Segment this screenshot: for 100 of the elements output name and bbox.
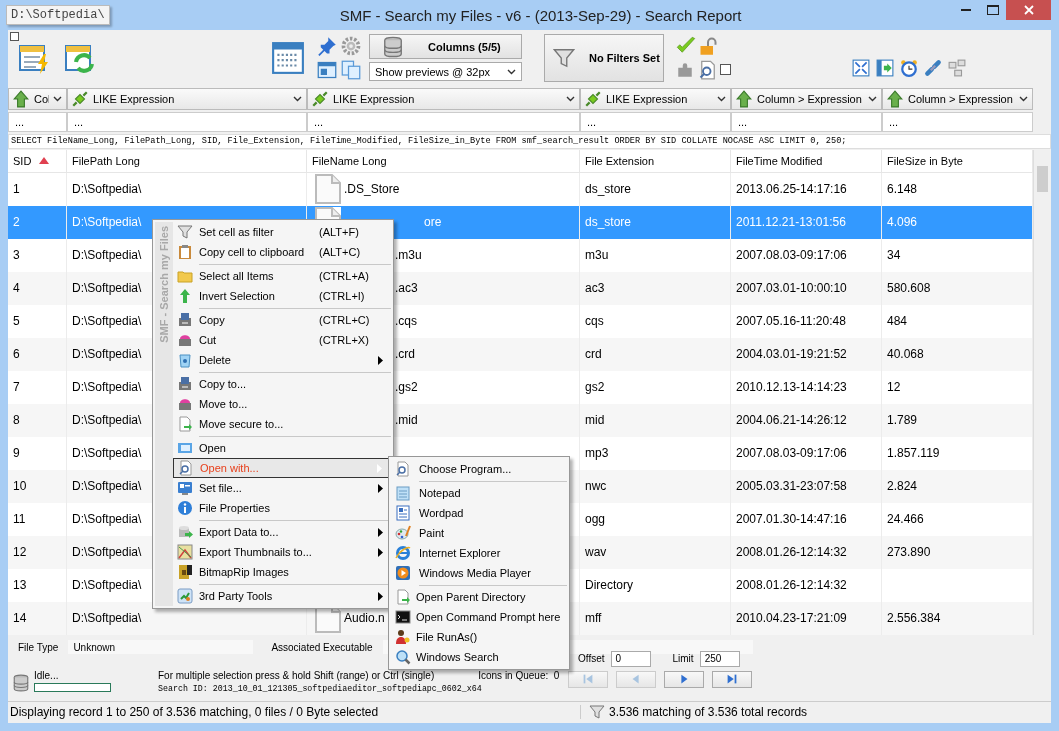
table-cell: ac3 [580,271,731,305]
table-cell: 2008.01.26-12:14:32 [731,535,882,569]
table-cell: 1 [8,172,67,206]
filter-input[interactable]: ... [307,111,580,132]
page-button[interactable] [664,670,704,688]
checkmark-icon [676,35,696,56]
field-label: Limit [672,653,694,665]
clipboard-icon [177,244,193,260]
filter-dropdown[interactable]: Column > Expression [731,87,882,110]
link-icon [924,58,942,77]
menu-item[interactable]: File RunAs() [391,627,567,647]
column-header[interactable]: FilePath Long [67,149,307,172]
table-cell: 5 [8,304,67,338]
table-cell: Audio.n [344,611,385,626]
disk-icon [177,332,193,348]
alarm-clock-icon [900,58,918,77]
table-cell: .mid [395,413,418,428]
chevron-down-icon [717,95,726,102]
menu-item[interactable]: Wordpad [391,503,567,523]
maximize-icon [986,5,999,15]
expand-icon [852,58,870,77]
table-cell: 2013.06.25-14:17:16 [731,172,882,206]
padlock-icon [698,35,718,56]
browser-icon [395,545,411,561]
up-arrow-icon [12,89,30,108]
path-label: D:\Softpedia\ [6,5,110,25]
menu-item[interactable]: Windows Search [391,647,567,667]
database-export-icon [177,524,193,540]
column-header[interactable]: FileTime Modified [731,149,882,172]
sql-query: SELECT FileName_Long, FilePath_Long, SID, File_Extension, FileTime_Modified, FileSize_in_Byte FROM smf_search_result ORDER BY SID COLLATE NOCASE ASC LIMIT 0, 250; [8,133,1051,149]
submenu-arrow-icon [378,591,383,601]
filter-input[interactable]: ... [67,111,307,132]
columns-button[interactable]: Columns (5/5) [369,34,522,60]
menu-item[interactable]: Open Command Prompt here [391,607,567,627]
puzzle-icon [676,60,694,79]
table-cell: ore [424,215,442,230]
table-cell: cqs [580,304,731,338]
plug-icon [71,89,89,108]
menu-item[interactable]: Paint [391,523,567,543]
column-header[interactable]: SID [8,149,67,172]
table-cell: 13 [8,568,67,602]
table-cell: 10 [8,469,67,503]
filter-input[interactable]: ... [580,111,731,132]
table-cell: 3 [8,238,67,272]
document-arrow-icon [395,589,411,605]
previews-dropdown[interactable]: Show previews @ 32px [369,62,522,82]
table-cell: .cqs [395,314,417,329]
chevron-down-icon [507,68,516,75]
copy-icon [341,59,361,80]
table-cell: 2007.08.03-09:17:06 [731,238,882,272]
table-cell: mid [580,403,731,437]
table-cell: nwc [580,469,731,503]
filter-dropdown[interactable]: Column > Expression [882,87,1033,110]
person-key-icon [395,629,411,645]
table-cell: .ac3 [395,281,418,296]
menu-item[interactable]: Notepad [391,483,567,503]
up-arrow-icon [735,89,753,108]
filter-dropdown[interactable]: LIKE Expression [307,87,580,110]
file-type-field: Unknown [68,640,254,655]
close-icon [1023,5,1034,15]
table-cell: 2011.12.21-13:01:56 [731,205,882,239]
filter-dropdown[interactable]: LIKE Expression [580,87,731,110]
table-cell: Directory [580,568,731,602]
table-cell: ogg [580,502,731,536]
sort-ascending-icon [39,157,50,165]
field-label: File Type [18,641,59,653]
menu-item[interactable]: Internet Explorer [391,543,567,563]
submenu-arrow-icon [378,355,383,365]
database-icon [12,673,30,692]
filters-button[interactable]: No Filters Set [544,33,664,82]
table-cell: 2007.03.01-10:00:10 [731,271,882,305]
filter-icon [589,704,605,721]
notepad-icon [395,485,411,501]
table-cell: 2004.03.01-19:21:52 [731,337,882,371]
filter-input[interactable]: ... [8,111,67,132]
column-header[interactable]: File Extension [580,149,731,172]
page-button[interactable] [712,670,752,688]
filter-icon [177,224,193,240]
status-text: Displaying record 1 to 250 of 3.536 matching, 0 files / 0 Byte selected [8,705,581,720]
table-cell: 2004.06.21-14:26:12 [731,403,882,437]
table-cell: .m3u [395,248,422,263]
table-cell: mp3 [580,436,731,470]
close-button[interactable] [1006,0,1051,20]
filter-input[interactable]: ... [882,111,1033,132]
filter-dropdown[interactable]: LIKE Expression [67,87,307,110]
scrollbar[interactable] [1033,149,1051,635]
table-cell: 2010.12.13-14:14:23 [731,370,882,404]
column-header[interactable]: FileName Long [307,149,580,172]
console-icon [395,609,411,625]
filter-input[interactable]: ... [731,111,882,132]
toolbar-button[interactable] [271,40,305,75]
table-cell: gs2 [580,370,731,404]
queue-text: Icons in Queue: 0 [478,669,560,681]
checkbox[interactable] [10,32,19,41]
filter-dropdown[interactable]: Col [8,87,67,110]
document-search-icon [698,59,718,80]
field-label: Offset [578,653,605,665]
table-cell: wav [580,535,731,569]
tools-icon [177,588,193,604]
checkbox[interactable] [720,64,731,76]
